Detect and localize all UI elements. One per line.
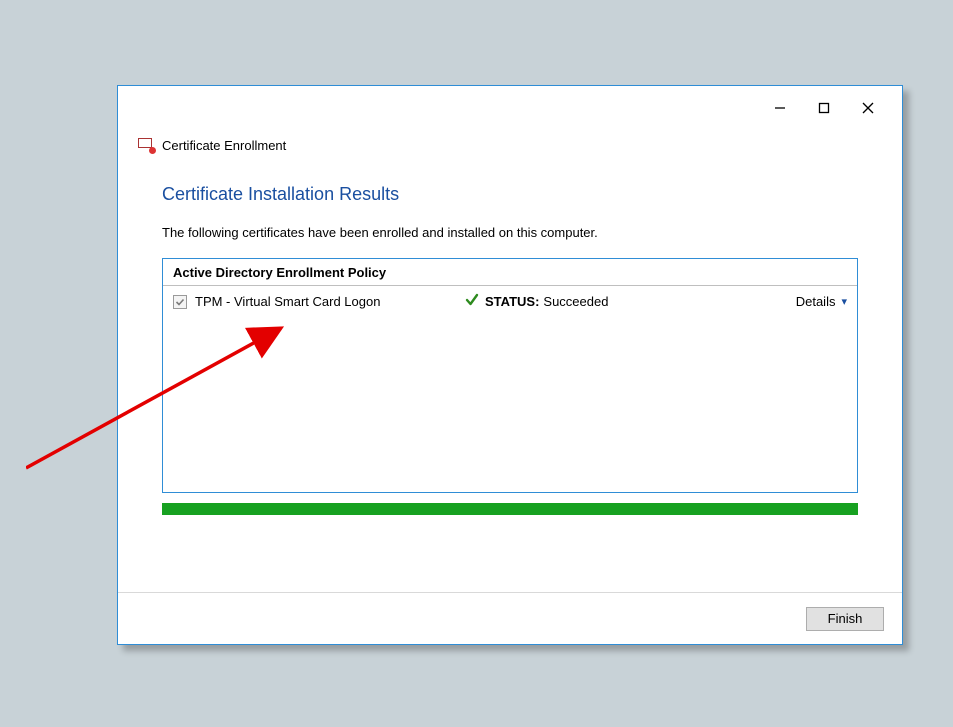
close-button[interactable] <box>846 94 890 122</box>
certificate-row: TPM - Virtual Smart Card Logon STATUS: S… <box>163 286 857 317</box>
certificate-name: TPM - Virtual Smart Card Logon <box>195 294 465 309</box>
page-subtext: The following certificates have been enr… <box>162 225 858 240</box>
minimize-button[interactable] <box>758 94 802 122</box>
status-group: STATUS: Succeeded <box>465 293 665 310</box>
minimize-icon <box>774 102 786 114</box>
footer: Finish <box>118 592 902 644</box>
checkmark-icon <box>175 297 185 307</box>
caption-row: Certificate Enrollment <box>118 126 902 156</box>
status-value: Succeeded <box>543 294 608 309</box>
success-check-icon <box>465 293 479 310</box>
status-label: STATUS: <box>485 294 539 309</box>
enrollment-policy-box: Active Directory Enrollment Policy TPM -… <box>162 258 858 493</box>
titlebar <box>118 86 902 126</box>
close-icon <box>862 102 874 114</box>
certificate-enrollment-icon <box>138 138 154 152</box>
policy-header: Active Directory Enrollment Policy <box>163 259 857 286</box>
wizard-window: Certificate Enrollment Certificate Insta… <box>117 85 903 645</box>
finish-button[interactable]: Finish <box>806 607 884 631</box>
content-area: Certificate Installation Results The fol… <box>118 156 902 531</box>
details-toggle[interactable]: Details ▾ <box>796 294 847 309</box>
progress-bar <box>162 503 858 515</box>
page-heading: Certificate Installation Results <box>162 184 858 205</box>
chevron-down-icon: ▾ <box>841 295 847 308</box>
details-label: Details <box>796 294 836 309</box>
maximize-button[interactable] <box>802 94 846 122</box>
maximize-icon <box>818 102 830 114</box>
certificate-checkbox[interactable] <box>173 295 187 309</box>
window-title: Certificate Enrollment <box>162 138 286 153</box>
